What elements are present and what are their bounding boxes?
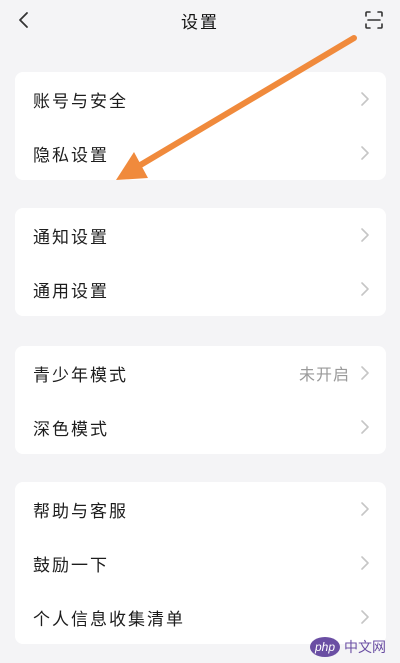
- settings-group-notifications: 通知设置 通用设置: [15, 208, 386, 316]
- chevron-right-icon: [360, 146, 370, 160]
- settings-group-modes: 青少年模式 未开启 深色模式: [15, 346, 386, 454]
- teen-mode-status: 未开启: [298, 365, 350, 384]
- settings-item-label: 青少年模式: [33, 365, 128, 386]
- settings-item-label: 通知设置: [33, 227, 109, 248]
- settings-item-personal-info-list[interactable]: 个人信息收集清单: [15, 590, 386, 644]
- chevron-right-icon: [360, 92, 370, 106]
- chevron-right-icon: [360, 556, 370, 570]
- settings-item-encourage[interactable]: 鼓励一下: [15, 536, 386, 590]
- settings-item-label: 账号与安全: [33, 91, 128, 112]
- settings-item-dark-mode[interactable]: 深色模式: [15, 400, 386, 454]
- settings-item-privacy[interactable]: 隐私设置: [15, 126, 386, 180]
- chevron-right-icon: [360, 366, 370, 380]
- settings-item-label: 深色模式: [33, 419, 109, 440]
- settings-item-label: 隐私设置: [33, 145, 109, 166]
- settings-item-label: 通用设置: [33, 281, 109, 302]
- chevron-right-icon: [360, 610, 370, 624]
- settings-item-notifications[interactable]: 通知设置: [15, 208, 386, 262]
- settings-item-general[interactable]: 通用设置: [15, 262, 386, 316]
- scan-button[interactable]: [360, 6, 388, 34]
- chevron-right-icon: [360, 228, 370, 242]
- chevron-right-icon: [360, 502, 370, 516]
- settings-group-account: 账号与安全 隐私设置: [15, 72, 386, 180]
- scan-icon: [365, 11, 383, 29]
- nav-bar: 设置: [0, 0, 400, 40]
- page-title: 设置: [181, 13, 219, 33]
- watermark-logo: php: [310, 637, 340, 657]
- settings-item-label: 帮助与客服: [33, 501, 128, 522]
- chevron-right-icon: [360, 282, 370, 296]
- settings-item-label: 个人信息收集清单: [33, 609, 185, 630]
- settings-item-account-security[interactable]: 账号与安全: [15, 72, 386, 126]
- watermark: php 中文网: [310, 637, 386, 657]
- settings-item-label: 鼓励一下: [33, 555, 109, 576]
- settings-group-support: 帮助与客服 鼓励一下 个人信息收集清单: [15, 482, 386, 644]
- chevron-right-icon: [360, 420, 370, 434]
- settings-item-teen-mode[interactable]: 青少年模式 未开启: [15, 346, 386, 400]
- settings-item-help[interactable]: 帮助与客服: [15, 482, 386, 536]
- watermark-text: 中文网: [344, 639, 386, 655]
